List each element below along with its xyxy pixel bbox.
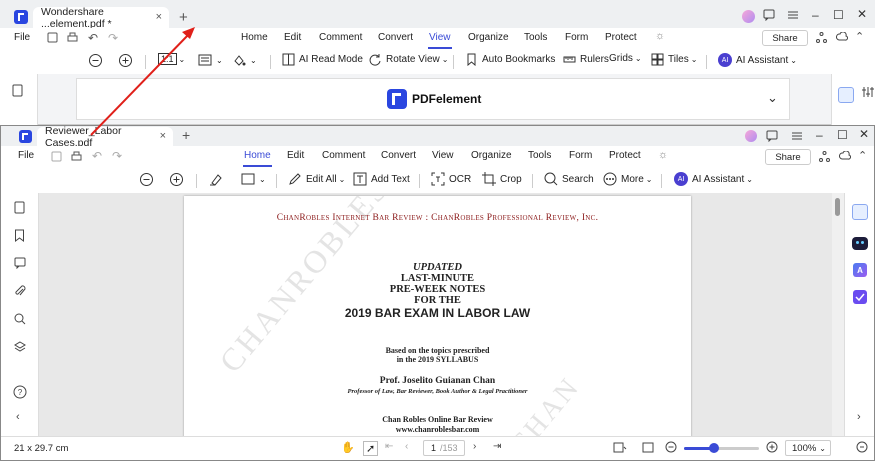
arrow-head xyxy=(182,27,195,39)
arrow-line xyxy=(90,32,191,136)
annotation-arrow xyxy=(90,27,195,136)
